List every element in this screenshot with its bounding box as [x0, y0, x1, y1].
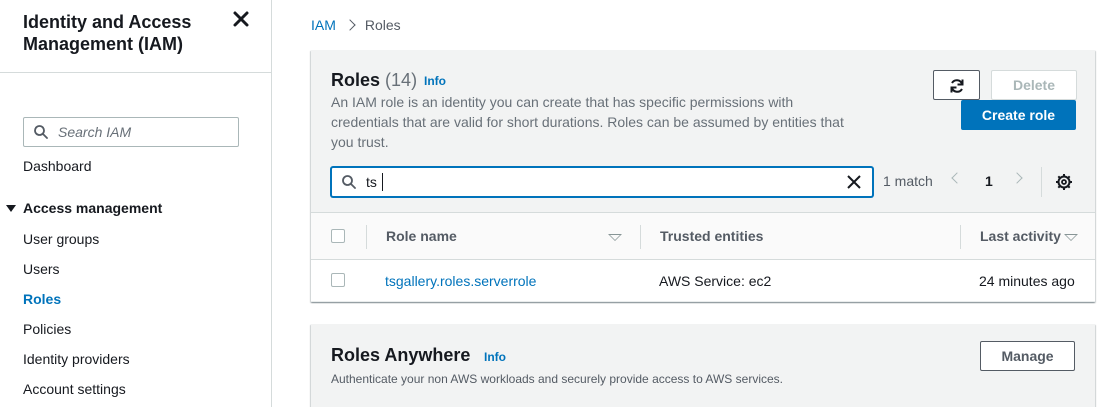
sidebar-search-placeholder: Search IAM	[58, 124, 132, 140]
table-row[interactable]: tsgallery.roles.serverrole AWS Service: …	[311, 260, 1095, 302]
refresh-icon	[950, 79, 964, 93]
breadcrumb-current: Roles	[364, 17, 401, 33]
roles-anywhere-info-link[interactable]: Info	[484, 350, 506, 364]
sidebar-search-input[interactable]: Search IAM	[23, 117, 239, 147]
roles-count: (14)	[385, 70, 418, 90]
column-divider	[640, 225, 641, 249]
roles-anywhere-description: Authenticate your non AWS workloads and …	[331, 372, 783, 386]
filter-value: ts	[366, 174, 377, 190]
sidebar-item-policies[interactable]: Policies	[23, 321, 71, 337]
delete-button[interactable]: Delete	[991, 70, 1077, 100]
roles-info-link[interactable]: Info	[424, 74, 446, 88]
sidebar-title: Identity and Access Management (IAM)	[23, 12, 192, 54]
page-title: Roles (14)	[331, 70, 417, 91]
sort-icon[interactable]	[608, 234, 622, 241]
refresh-button[interactable]	[933, 70, 980, 100]
clear-icon[interactable]	[847, 175, 861, 189]
sidebar-divider	[0, 72, 271, 73]
page-number[interactable]: 1	[985, 173, 993, 189]
column-header-role-name[interactable]: Role name	[386, 228, 457, 244]
sidebar-item-user-groups[interactable]: User groups	[23, 231, 99, 247]
caret-down-icon	[6, 205, 16, 212]
roles-panel: Roles (14) Info An IAM role is an identi…	[311, 50, 1095, 302]
column-divider	[960, 225, 961, 249]
sidebar-item-dashboard[interactable]: Dashboard	[23, 158, 92, 174]
manage-button[interactable]: Manage	[980, 341, 1075, 371]
trusted-entities-cell: AWS Service: ec2	[659, 273, 772, 289]
roles-panel-header: Roles (14) Info An IAM role is an identi…	[311, 50, 1095, 212]
column-divider	[366, 225, 367, 249]
sidebar-section-access-management[interactable]: Access management	[6, 200, 162, 216]
sidebar: Identity and Access Management (IAM) Sea…	[0, 0, 272, 407]
roles-description: An IAM role is an identity you can creat…	[331, 94, 844, 150]
sidebar-section-label: Access management	[23, 200, 163, 216]
roles-title: Roles	[331, 70, 381, 90]
chevron-left-icon[interactable]	[951, 172, 963, 184]
chevron-right-icon	[344, 19, 356, 31]
create-role-button[interactable]: Create role	[961, 100, 1076, 130]
column-header-trusted-entities[interactable]: Trusted entities	[660, 228, 763, 244]
breadcrumb: IAM Roles	[311, 17, 401, 33]
gear-icon[interactable]	[1055, 173, 1073, 191]
roles-anywhere-panel: Roles Anywhere Info Authenticate your no…	[311, 324, 1095, 407]
chevron-right-icon[interactable]	[1011, 172, 1023, 184]
sidebar-item-account-settings[interactable]: Account settings	[23, 381, 126, 397]
sort-icon[interactable]	[1064, 234, 1078, 241]
text-cursor	[382, 173, 383, 191]
search-icon	[342, 175, 356, 189]
match-count: 1 match	[883, 173, 933, 189]
role-name-link[interactable]: tsgallery.roles.serverrole	[385, 273, 536, 289]
search-icon	[34, 125, 48, 139]
column-header-last-activity[interactable]: Last activity	[980, 228, 1061, 244]
sidebar-item-users[interactable]: Users	[23, 261, 60, 277]
breadcrumb-iam[interactable]: IAM	[311, 17, 336, 33]
row-checkbox[interactable]	[331, 273, 345, 287]
table-header: Role name Trusted entities Last activity	[311, 212, 1095, 260]
select-all-checkbox[interactable]	[331, 229, 345, 243]
sidebar-item-roles[interactable]: Roles	[23, 291, 61, 307]
sidebar-item-identity-providers[interactable]: Identity providers	[23, 351, 130, 367]
roles-anywhere-title: Roles Anywhere	[331, 345, 471, 365]
close-icon[interactable]	[232, 10, 250, 28]
roles-filter-input[interactable]: ts	[331, 167, 873, 197]
last-activity-cell: 24 minutes ago	[979, 273, 1075, 289]
pagination-divider	[1041, 167, 1042, 197]
